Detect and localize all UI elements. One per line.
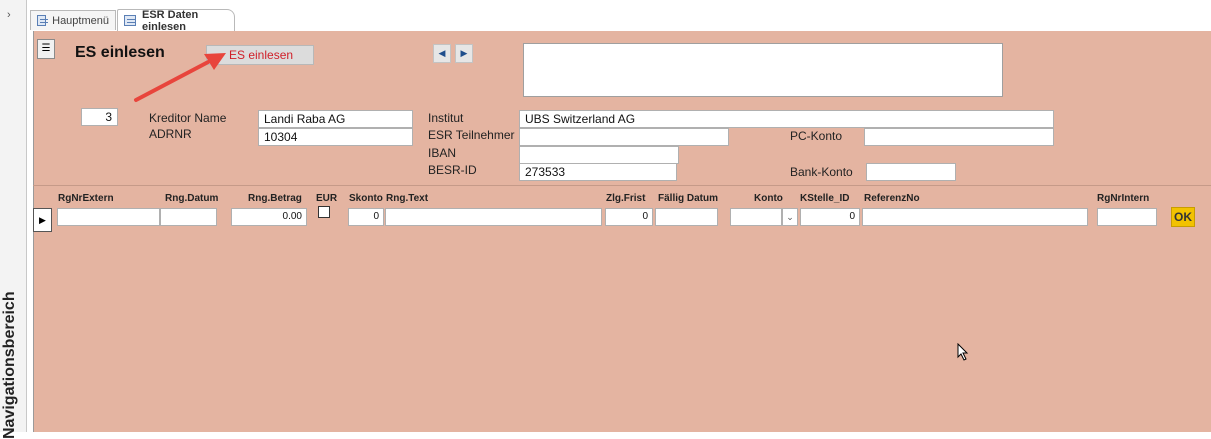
referenzno-cell[interactable] [862, 208, 1088, 226]
esr-teilnehmer-label: ESR Teilnehmer [428, 128, 515, 142]
iban-label: IBAN [428, 146, 457, 160]
tab-label: Hauptmenü [52, 14, 109, 27]
memo-field[interactable] [523, 43, 1003, 97]
annotation-arrow-icon [134, 53, 226, 102]
next-record-button[interactable]: ▶ [455, 44, 473, 63]
column-header-skonto: Skonto [349, 193, 383, 204]
column-header-zlg-frist: Zlg.Frist [606, 193, 646, 204]
adrnr-field[interactable]: 10304 [258, 128, 413, 146]
column-header-eur: EUR [316, 193, 338, 204]
rng-betrag-cell[interactable]: 0.00 [231, 208, 307, 226]
navigation-pane-label[interactable]: Navigationsbereich [1, 291, 19, 439]
ok-button[interactable]: OK [1171, 207, 1195, 227]
column-header-konto: Konto [754, 193, 783, 204]
column-header-kstelle-id: KStelle_ID [800, 193, 850, 204]
rgnrintern-cell[interactable] [1097, 208, 1157, 226]
column-header-rng-text: Rng.Text [386, 193, 429, 204]
besr-id-label: BESR-ID [428, 163, 477, 177]
faellig-datum-cell[interactable] [655, 208, 718, 226]
institut-field[interactable]: UBS Switzerland AG [519, 110, 1054, 128]
column-header-rng-datum: Rng.Datum [165, 193, 219, 204]
column-header-rgnrextern: RgNrExtern [58, 193, 114, 204]
chevron-right-icon[interactable]: › [7, 9, 11, 21]
tab-hauptmenu[interactable]: Hauptmenü [30, 10, 116, 30]
esr-teilnehmer-field[interactable] [519, 128, 729, 146]
previous-record-button[interactable]: ◀ [433, 44, 451, 63]
zlg-frist-cell[interactable]: 0 [605, 208, 653, 226]
tab-label: ESR Daten einlesen [141, 8, 199, 33]
pc-konto-field[interactable] [864, 128, 1054, 146]
chevron-down-icon[interactable]: ⌄ [782, 208, 798, 226]
kstelle-id-cell[interactable]: 0 [800, 208, 860, 226]
rng-text-cell[interactable] [385, 208, 602, 226]
bank-konto-field[interactable] [866, 163, 956, 181]
iban-field[interactable] [519, 146, 679, 164]
adrnr-label: ADRNR [149, 127, 192, 141]
bank-konto-label: Bank-Konto [790, 165, 853, 179]
form-icon [37, 15, 49, 26]
record-selector-icon[interactable]: ☰ [37, 39, 55, 59]
tab-esr-daten-einlesen[interactable]: ESR Daten einlesen [117, 8, 235, 33]
column-header-rgnrintern: RgNrIntern [1097, 193, 1150, 204]
skonto-cell[interactable]: 0 [348, 208, 384, 226]
konto-combobox[interactable] [730, 208, 782, 226]
eur-checkbox[interactable] [318, 206, 330, 218]
mouse-cursor-icon [957, 343, 969, 361]
pc-konto-label: PC-Konto [790, 129, 843, 143]
form-icon [124, 15, 136, 26]
institut-label: Institut [428, 111, 464, 125]
column-header-faellig-datum: Fällig Datum [658, 193, 719, 204]
current-record-indicator-icon[interactable]: ▶ [33, 208, 52, 232]
record-counter-field[interactable]: 3 [81, 108, 118, 126]
section-divider [33, 185, 1211, 186]
besr-id-field[interactable]: 273533 [519, 163, 677, 181]
kreditor-name-label: Kreditor Name [149, 111, 227, 125]
column-header-referenzno: ReferenzNo [864, 193, 920, 204]
rgnrextern-cell[interactable] [57, 208, 160, 226]
rng-datum-cell[interactable] [160, 208, 217, 226]
kreditor-name-field[interactable]: Landi Raba AG [258, 110, 413, 128]
column-header-rng-betrag: Rng.Betrag [248, 193, 302, 204]
